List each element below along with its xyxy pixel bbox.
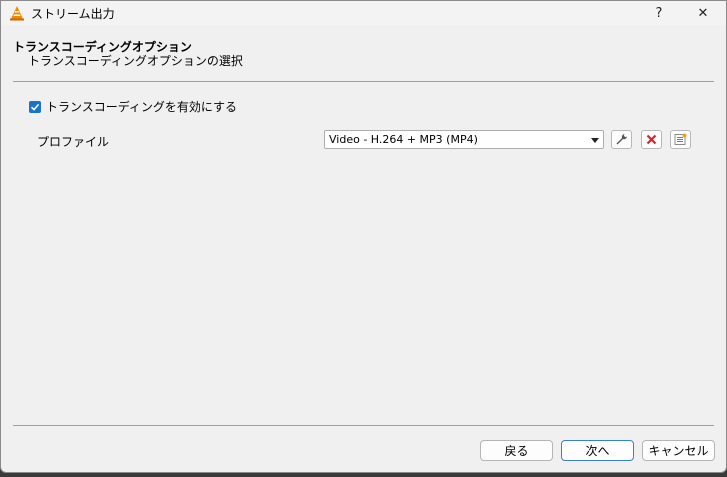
window-title: ストリーム出力 bbox=[31, 7, 115, 21]
vlc-cone-icon bbox=[10, 6, 24, 21]
enable-transcoding-label: トランスコーディングを有効にする bbox=[46, 100, 238, 114]
stream-output-dialog: ストリーム出力 ? ✕ トランスコーディングオプション トランスコーディングオプ… bbox=[0, 0, 727, 473]
edit-profile-button[interactable] bbox=[611, 130, 632, 149]
next-button[interactable]: 次へ bbox=[561, 440, 634, 461]
profile-label: プロファイル bbox=[37, 135, 110, 149]
title-bar: ストリーム出力 ? ✕ bbox=[1, 1, 726, 25]
footer-divider bbox=[13, 425, 714, 426]
close-button[interactable]: ✕ bbox=[681, 1, 725, 25]
enable-transcoding-checkbox[interactable] bbox=[29, 100, 41, 113]
page-subtitle: トランスコーディングオプションの選択 bbox=[28, 54, 243, 68]
cancel-button[interactable]: キャンセル bbox=[642, 440, 715, 461]
wizard-header: トランスコーディングオプション トランスコーディングオプションの選択 bbox=[1, 25, 726, 81]
wrench-icon bbox=[616, 134, 627, 145]
back-button[interactable]: 戻る bbox=[480, 440, 553, 461]
new-profile-button[interactable] bbox=[670, 130, 691, 149]
header-divider bbox=[13, 81, 714, 82]
profile-select-value: Video - H.264 + MP3 (MP4) bbox=[329, 133, 478, 146]
delete-profile-button[interactable] bbox=[641, 130, 662, 149]
enable-transcoding-row[interactable]: トランスコーディングを有効にする bbox=[29, 98, 237, 115]
delete-x-icon bbox=[646, 134, 657, 145]
chevron-down-icon bbox=[591, 138, 599, 143]
profile-select[interactable]: Video - H.264 + MP3 (MP4) bbox=[324, 130, 604, 149]
checkmark-icon bbox=[30, 103, 40, 111]
new-profile-icon bbox=[674, 133, 687, 145]
help-button[interactable]: ? bbox=[637, 1, 681, 25]
